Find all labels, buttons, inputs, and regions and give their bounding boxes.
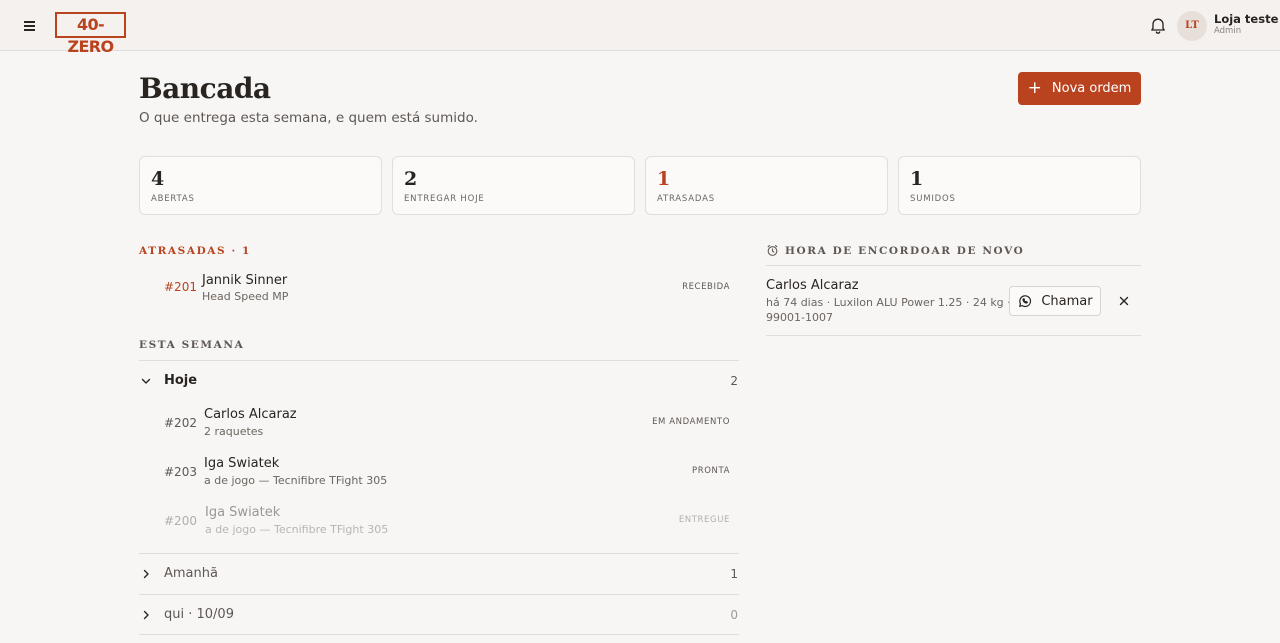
- overdue-heading: ATRASADAS · 1: [139, 245, 251, 257]
- order-id: #201: [164, 280, 197, 294]
- status-badge: EM ANDAMENTO: [652, 417, 730, 427]
- order-detail: Head Speed MP: [202, 290, 289, 303]
- order-id: #202: [164, 416, 197, 430]
- order-id: #203: [164, 465, 197, 479]
- order-detail: 2 raquetes: [204, 425, 264, 438]
- stat-value: 4: [151, 168, 165, 190]
- group-count: 2: [730, 374, 738, 388]
- top-bar: 40-ZERO LT Loja teste Admin: [0, 0, 1280, 56]
- stat-card-entregar-hoje[interactable]: 2 ENTREGAR HOJE: [392, 156, 635, 215]
- stat-card-abertas[interactable]: 4 ABERTAS: [139, 156, 382, 215]
- order-id: #200: [164, 514, 197, 528]
- avatar[interactable]: LT: [1177, 11, 1207, 41]
- whatsapp-icon: [1019, 295, 1032, 308]
- status-badge: RECEBIDA: [682, 282, 730, 292]
- divider: [766, 335, 1141, 336]
- customer-name: Jannik Sinner: [202, 273, 288, 288]
- close-icon[interactable]: [1117, 294, 1131, 308]
- divider: [139, 553, 739, 554]
- stat-value: 1: [910, 168, 924, 190]
- stat-label: ATRASADAS: [657, 194, 715, 204]
- call-button[interactable]: Chamar: [1009, 286, 1101, 316]
- stat-value: 1: [657, 168, 671, 190]
- menu-icon[interactable]: [22, 17, 40, 33]
- user-role: Admin: [1214, 26, 1242, 36]
- order-detail: a de jogo — Tecnifibre TFight 305: [205, 523, 389, 536]
- new-order-label: Nova ordem: [1051, 81, 1132, 96]
- customer-name: Iga Swiatek: [204, 456, 280, 471]
- status-badge: ENTREGUE: [678, 515, 730, 525]
- bell-icon[interactable]: [1148, 15, 1168, 35]
- customer-name: Carlos Alcaraz: [204, 407, 297, 422]
- group-label: qui · 10/09: [164, 607, 234, 622]
- group-count: 0: [730, 608, 738, 622]
- divider: [766, 265, 1141, 266]
- page-subtitle: O que entrega esta semana, e quem está s…: [139, 110, 478, 126]
- chevron-right-icon[interactable]: [140, 609, 152, 621]
- week-heading: ESTA SEMANA: [139, 339, 245, 351]
- divider: [139, 360, 739, 361]
- order-detail: a de jogo — Tecnifibre TFight 305: [204, 474, 388, 487]
- group-label: Amanhã: [164, 566, 218, 581]
- stat-card-atrasadas[interactable]: 1 ATRASADAS: [645, 156, 888, 215]
- logo[interactable]: 40-ZERO: [55, 12, 126, 56]
- stat-label: ENTREGAR HOJE: [404, 194, 485, 204]
- new-order-button[interactable]: + Nova ordem: [1018, 72, 1141, 105]
- chevron-down-icon[interactable]: [140, 375, 152, 387]
- plus-icon: +: [1027, 78, 1042, 98]
- alarm-clock-icon: [767, 244, 778, 256]
- group-label: Hoje: [164, 373, 198, 388]
- page-title: Bancada: [139, 72, 271, 105]
- restring-detail: há 74 dias · Luxilon ALU Power 1.25 · 24…: [766, 296, 1037, 309]
- stat-value: 2: [404, 168, 418, 190]
- call-button-label: Chamar: [1041, 293, 1093, 309]
- customer-name: Iga Swiatek: [205, 505, 281, 520]
- chevron-right-icon[interactable]: [140, 568, 152, 580]
- divider: [139, 594, 739, 595]
- stat-card-sumidos[interactable]: 1 SUMIDOS: [898, 156, 1141, 215]
- stat-label: SUMIDOS: [910, 194, 956, 204]
- customer-phone: 99001-1007: [766, 311, 833, 324]
- user-name[interactable]: Loja teste: [1214, 12, 1278, 26]
- divider: [139, 634, 739, 635]
- group-count: 1: [730, 567, 738, 581]
- restring-heading: HORA DE ENCORDOAR DE NOVO: [785, 245, 1025, 257]
- stat-label: ABERTAS: [151, 194, 195, 204]
- status-badge: PRONTA: [691, 466, 730, 476]
- customer-name: Carlos Alcaraz: [766, 278, 859, 293]
